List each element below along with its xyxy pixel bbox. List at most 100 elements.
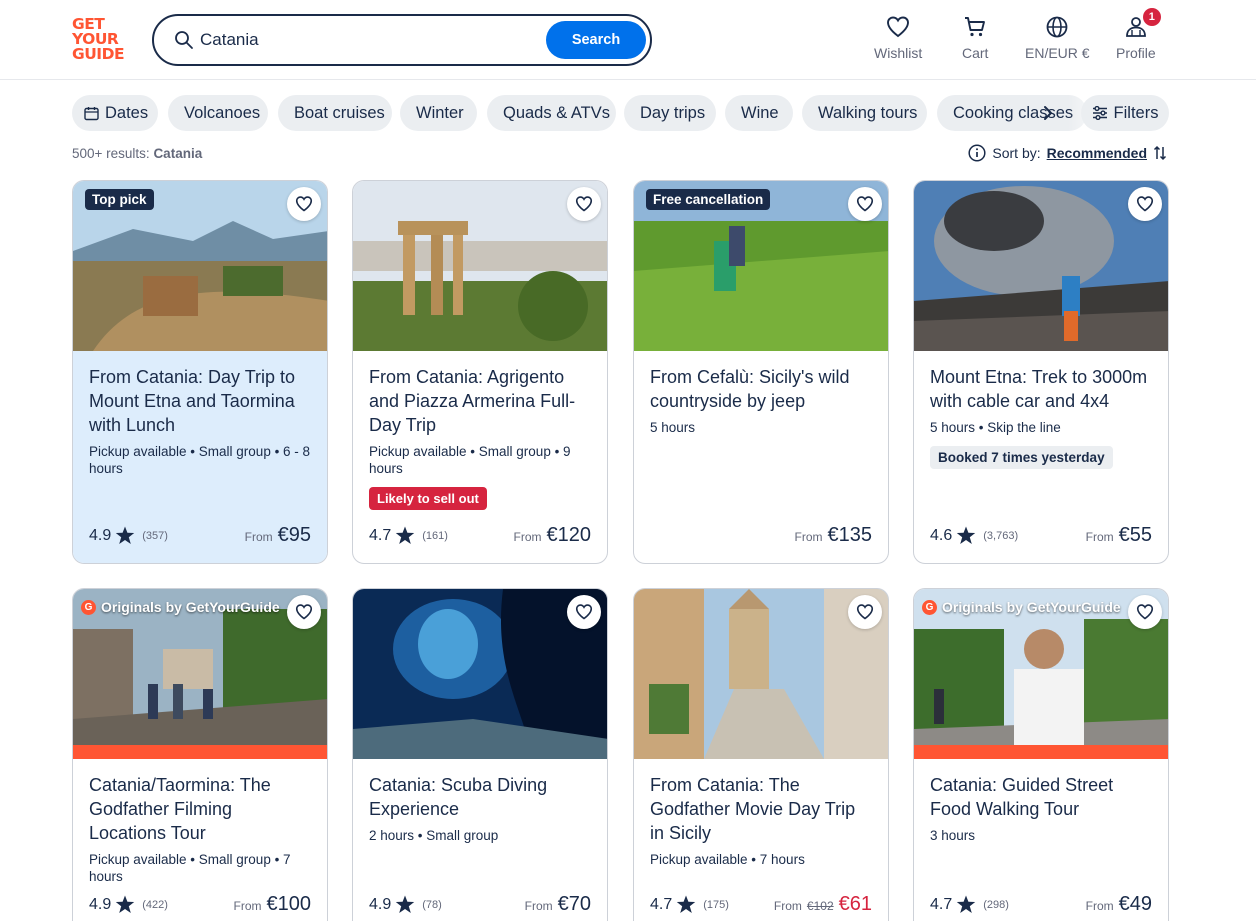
chip-quads-atvs[interactable]: Quads & ATVs — [487, 95, 616, 131]
rating: 4.7 (161) — [369, 526, 448, 545]
star-icon — [395, 526, 415, 545]
profile-link[interactable]: 1 Profile — [1116, 8, 1161, 61]
wishlist-heart-icon[interactable] — [287, 187, 321, 221]
original-price: €102 — [806, 899, 834, 913]
chip-boat-cruises[interactable]: Boat cruises — [278, 95, 392, 131]
chip-label: Winter — [416, 103, 464, 122]
rating: 4.9 (422) — [89, 895, 168, 914]
star-icon — [956, 895, 976, 914]
activity-meta: Pickup available • Small group • 6 - 8 h… — [89, 444, 311, 476]
activity-title[interactable]: Catania: Scuba Diving Experience — [369, 773, 591, 821]
wishlist-heart-icon[interactable] — [1128, 595, 1162, 629]
price: From €135 — [795, 524, 873, 547]
price-from: From — [233, 899, 262, 913]
activity-card[interactable]: From Catania: The Godfather Movie Day Tr… — [633, 588, 889, 921]
activity-title[interactable]: From Catania: The Godfather Movie Day Tr… — [650, 773, 872, 845]
originals-label: G Originals by GetYourGuide — [922, 599, 1121, 615]
logo-line-3: GUIDE — [72, 45, 125, 63]
sliders-icon — [1092, 106, 1108, 120]
price: From €120 — [514, 524, 592, 547]
chip-dates[interactable]: Dates — [72, 95, 158, 131]
card-body: Catania: Scuba Diving Experience 2 hours… — [353, 759, 607, 921]
originals-bar — [914, 745, 1168, 759]
wishlist-heart-icon[interactable] — [567, 187, 601, 221]
card-body: From Cefalù: Sicily's wild countryside b… — [634, 351, 888, 563]
search-bar: Search — [152, 14, 652, 66]
activity-title[interactable]: Mount Etna: Trek to 3000m with cable car… — [930, 365, 1152, 413]
review-count: (3,763) — [983, 529, 1019, 542]
profile-badge: 1 — [1142, 8, 1161, 26]
cart-link[interactable]: Cart — [962, 14, 988, 61]
activity-title[interactable]: Catania: Guided Street Food Walking Tour — [930, 773, 1152, 821]
activity-title[interactable]: From Cefalù: Sicily's wild countryside b… — [650, 365, 872, 413]
activity-card[interactable]: Catania: Scuba Diving Experience 2 hours… — [352, 588, 608, 921]
activity-card[interactable]: Free cancellation From Cefalù: Sicily's … — [633, 180, 889, 564]
review-count: (357) — [142, 529, 168, 542]
chip-label: Boat cruises — [294, 103, 385, 122]
chip-label: Day trips — [640, 103, 706, 122]
activity-meta: 5 hours — [650, 420, 696, 435]
booked-yesterday-badge: Booked 7 times yesterday — [930, 446, 1113, 469]
cart-label: Cart — [962, 45, 989, 61]
star-icon — [395, 895, 415, 914]
rating-value: 4.6 — [930, 526, 953, 544]
activity-card[interactable]: From Catania: Agrigento and Piazza Armer… — [352, 180, 608, 564]
search-icon — [174, 30, 194, 50]
sort-control[interactable]: Sort by: Recommended — [968, 144, 1167, 162]
price: From €102 €61 — [774, 893, 872, 916]
getyourguide-logo[interactable]: GET YOUR GUIDE — [72, 16, 130, 63]
rating: 4.7 (175) — [650, 895, 729, 914]
price-from: From — [1085, 530, 1114, 544]
activity-title[interactable]: From Catania: Day Trip to Mount Etna and… — [89, 365, 311, 437]
price-value: €135 — [827, 524, 873, 546]
chip-cooking-classes[interactable]: Cooking classes — [937, 95, 1087, 131]
review-count: (422) — [142, 898, 168, 911]
wishlist-heart-icon[interactable] — [848, 595, 882, 629]
chip-label: Volcanoes — [184, 103, 261, 122]
sale-price-value: €61 — [838, 893, 872, 915]
activity-card[interactable]: Top pick From Catania: Day Trip to Mount… — [72, 180, 328, 564]
wishlist-link[interactable]: Wishlist — [874, 14, 922, 61]
activity-image: G Originals by GetYourGuide — [73, 589, 327, 759]
chip-label: Walking tours — [818, 103, 918, 122]
info-icon[interactable] — [968, 144, 986, 162]
activity-card[interactable]: G Originals by GetYourGuide Catania: Gui… — [913, 588, 1169, 921]
cart-icon — [962, 14, 988, 40]
results-query: Catania — [153, 146, 203, 161]
filters-button[interactable]: Filters — [1081, 95, 1169, 131]
activity-title[interactable]: From Catania: Agrigento and Piazza Armer… — [369, 365, 591, 437]
activity-image: Top pick — [73, 181, 327, 351]
activity-image — [353, 181, 607, 351]
review-count: (175) — [703, 898, 729, 911]
chip-walking-tours[interactable]: Walking tours — [802, 95, 927, 131]
rating: 4.9 (357) — [89, 526, 168, 545]
wishlist-heart-icon[interactable] — [1128, 187, 1162, 221]
rating-value: 4.7 — [650, 895, 673, 913]
chips-next-chevron-icon[interactable] — [1038, 102, 1058, 124]
top-header: GET YOUR GUIDE Search Wishlist Cart EN/E… — [0, 0, 1256, 80]
star-icon — [115, 526, 135, 545]
activity-card[interactable]: Mount Etna: Trek to 3000m with cable car… — [913, 180, 1169, 564]
chip-day-trips[interactable]: Day trips — [624, 95, 716, 131]
price-value: €100 — [266, 893, 312, 915]
activity-meta: 5 hours • Skip the line — [930, 420, 1061, 435]
wishlist-heart-icon[interactable] — [287, 595, 321, 629]
sort-value[interactable]: Recommended — [1047, 145, 1147, 161]
originals-text: Originals by GetYourGuide — [101, 599, 280, 615]
activity-meta: Pickup available • Small group • 7 hours — [89, 852, 291, 884]
activity-title[interactable]: Catania/Taormina: The Godfather Filming … — [89, 773, 311, 845]
chip-wine[interactable]: Wine — [725, 95, 793, 131]
rating: 4.9 (78) — [369, 895, 442, 914]
language-currency-link[interactable]: EN/EUR € — [1025, 14, 1090, 61]
chip-volcanoes[interactable]: Volcanoes — [168, 95, 268, 131]
search-input[interactable] — [200, 27, 530, 53]
activity-card[interactable]: G Originals by GetYourGuide Catania/Taor… — [72, 588, 328, 921]
wishlist-heart-icon[interactable] — [848, 187, 882, 221]
star-icon — [676, 895, 696, 914]
chip-winter[interactable]: Winter — [400, 95, 477, 131]
price: From €70 — [525, 893, 591, 916]
chip-dates-label: Dates — [105, 103, 149, 122]
wishlist-heart-icon[interactable] — [567, 595, 601, 629]
activity-meta: Pickup available • Small group • 9 hours — [369, 444, 571, 476]
search-button[interactable]: Search — [546, 21, 646, 59]
